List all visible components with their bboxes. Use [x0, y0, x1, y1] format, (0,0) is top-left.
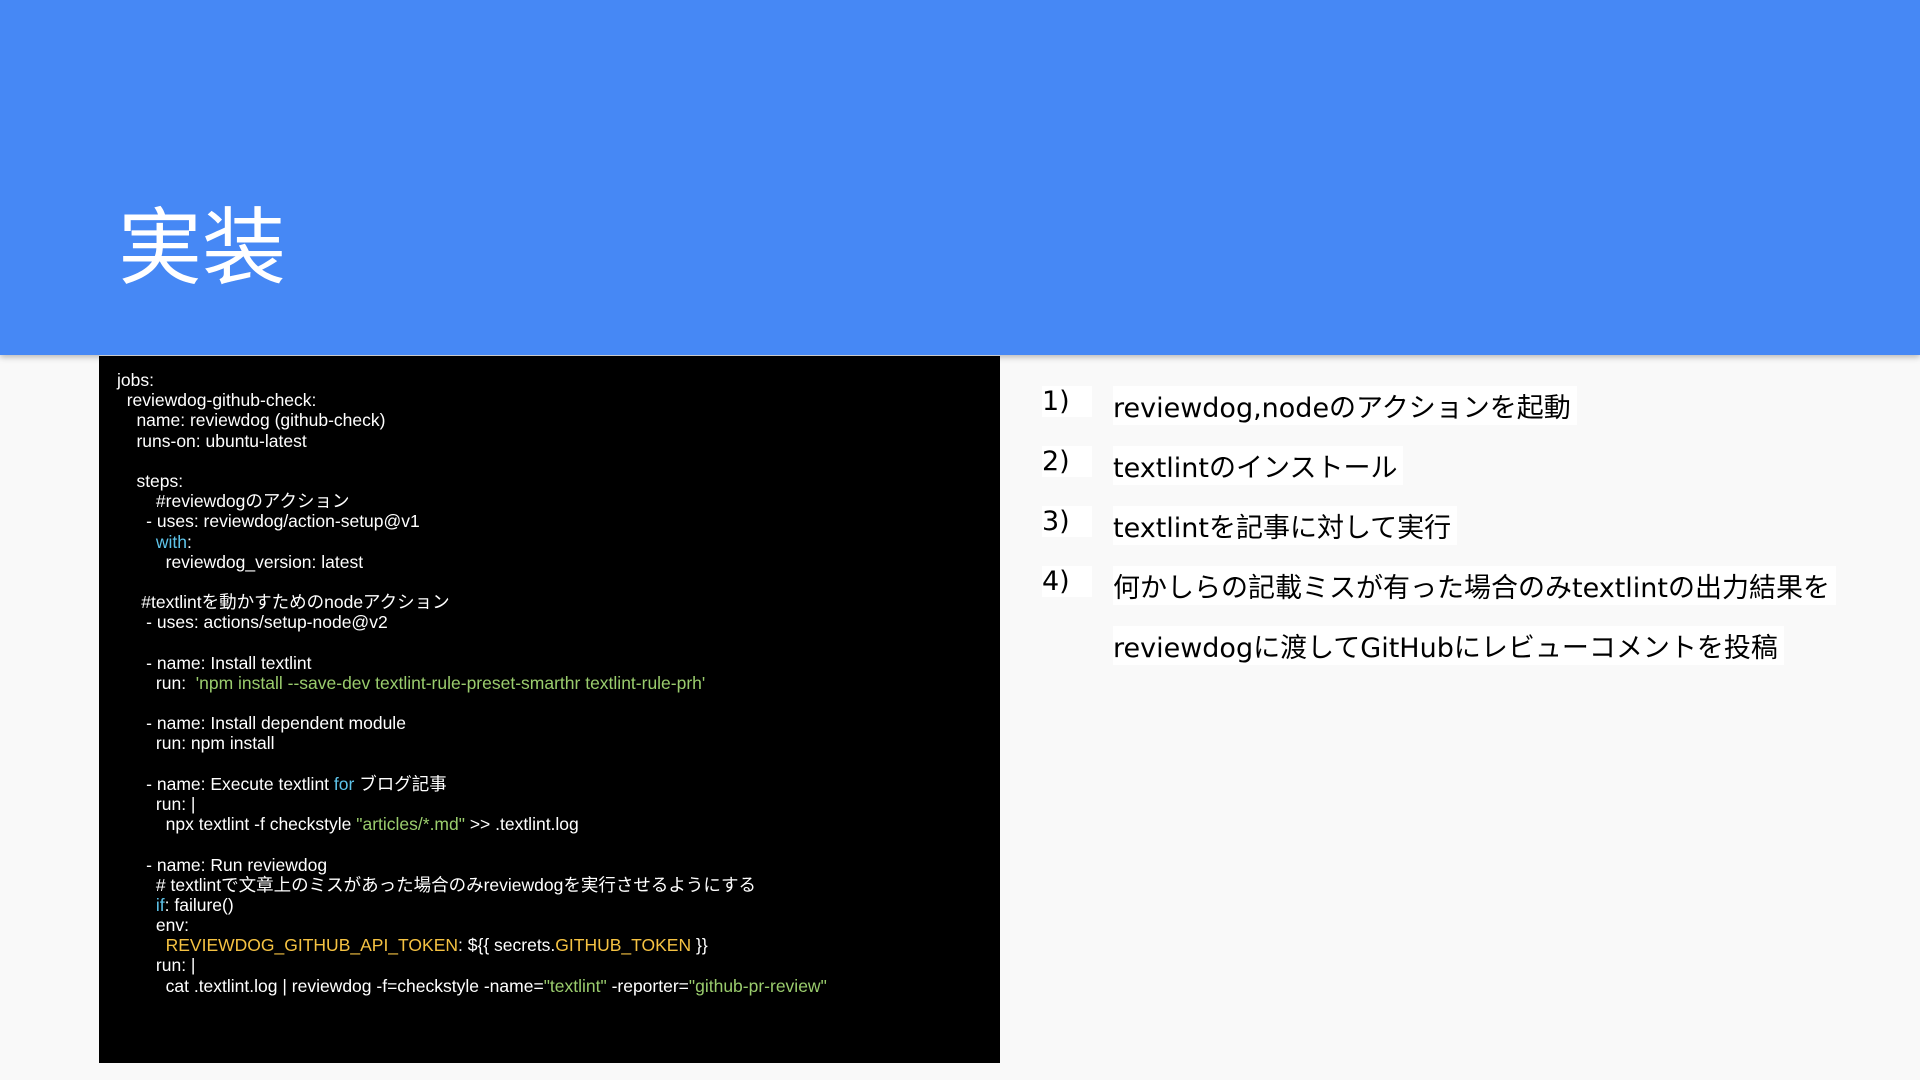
code-token-str: "articles/*.md" — [356, 814, 465, 835]
step-text: reviewdog,nodeのアクションを起動 — [1113, 386, 1577, 425]
code-token: : ${{ secrets. — [458, 935, 556, 956]
code-line: - name: Execute textlint for ブログ記事 — [117, 774, 1000, 794]
code-line: - name: Run reviewdog — [117, 855, 1000, 875]
code-line: # textlintで文章上のミスがあった場合のみreviewdogを実行させる… — [117, 875, 1000, 895]
code-line: run: | — [117, 794, 1000, 814]
code-line: - uses: reviewdog/action-setup@v1 — [117, 511, 1000, 531]
code-line: #reviewdogのアクション — [117, 491, 1000, 511]
step-text: 何かしらの記載ミスが有った場合のみtextlintの出力結果を — [1113, 566, 1836, 605]
code-token: #reviewdogのアクション — [117, 491, 350, 512]
code-line: npx textlint -f checkstyle "articles/*.m… — [117, 814, 1000, 834]
code-token: >> .textlint.log — [464, 814, 579, 835]
code-line: - uses: actions/setup-node@v2 — [117, 612, 1000, 632]
code-token: }} — [691, 935, 708, 956]
code-line: name: reviewdog (github-check) — [117, 410, 1000, 430]
code-line: runs-on: ubuntu-latest — [117, 431, 1000, 451]
code-line: cat .textlint.log | reviewdog -f=checkst… — [117, 976, 1000, 996]
code-token: ブログ記事 — [354, 773, 447, 794]
code-line: jobs: — [117, 370, 1000, 390]
code-token: reviewdog_version: latest — [117, 551, 364, 572]
code-token: - uses: reviewdog/action-setup@v1 — [117, 511, 420, 532]
step-number: 1) — [1042, 386, 1092, 417]
code-token: steps: — [117, 470, 184, 491]
code-token: : — [187, 531, 192, 552]
code-token: - name: Run reviewdog — [117, 854, 328, 875]
step-text: reviewdogに渡してGitHubにレビューコメントを投稿 — [1113, 626, 1784, 665]
code-token: #textlintを動かすためのnodeアクション — [117, 592, 450, 613]
code-line: run: 'npm install --save-dev textlint-ru… — [117, 673, 1000, 693]
code-token: - name: Install textlint — [117, 652, 312, 673]
code-token: run: | — [117, 955, 196, 976]
code-token: reviewdog-github-check: — [117, 390, 317, 411]
code-line: env: — [117, 915, 1000, 935]
code-token: : failure() — [164, 894, 234, 915]
code-token: jobs: — [117, 370, 154, 390]
code-token: run: — [117, 672, 196, 693]
code-token-str: 'npm install --save-dev textlint-rule-pr… — [195, 672, 706, 693]
code-line: reviewdog-github-check: — [117, 390, 1000, 410]
step-item: reviewdogに渡してGitHubにレビューコメントを投稿 — [1042, 612, 1882, 672]
code-token: # textlintで文章上のミスがあった場合のみreviewdogを実行させる… — [117, 874, 757, 895]
code-token: - uses: actions/setup-node@v2 — [117, 612, 388, 633]
steps-list: 1) reviewdog,nodeのアクションを起動 2) textlintのインスト… — [1042, 372, 1882, 672]
code-line: reviewdog_version: latest — [117, 552, 1000, 572]
step-item: 1) reviewdog,nodeのアクションを起動 — [1042, 372, 1882, 432]
step-text: textlintのインストール — [1113, 446, 1404, 485]
step-number: 2) — [1042, 446, 1092, 477]
step-item: 2) textlintのインストール — [1042, 432, 1882, 492]
code-line: REVIEWDOG_GITHUB_API_TOKEN: ${{ secrets.… — [117, 935, 1000, 955]
code-line: steps: — [117, 471, 1000, 491]
step-item: 4) 何かしらの記載ミスが有った場合のみtextlintの出力結果を — [1042, 552, 1882, 612]
code-token: env: — [117, 915, 189, 936]
step-number: 4) — [1042, 566, 1092, 597]
code-token: - name: Execute textlint — [117, 773, 334, 794]
slide-header: 実装 — [0, 0, 1920, 355]
code-token: - name: Install dependent module — [117, 713, 406, 734]
code-content: jobs: reviewdog-github-check: name: revi… — [99, 356, 1000, 996]
code-line: #textlintを動かすためのnodeアクション — [117, 592, 1000, 612]
code-token: npx textlint -f checkstyle — [117, 814, 357, 835]
code-token-kw: for — [333, 773, 355, 794]
code-line: run: | — [117, 955, 1000, 975]
code-token-var: REVIEWDOG_GITHUB_API_TOKEN — [165, 935, 459, 956]
step-text: textlintを記事に対して実行 — [1113, 506, 1458, 545]
code-line: - name: Install dependent module — [117, 713, 1000, 733]
step-item: 3) textlintを記事に対して実行 — [1042, 492, 1882, 552]
code-block: jobs: reviewdog-github-check: name: revi… — [99, 356, 1000, 1063]
code-token-kw: if — [155, 894, 165, 915]
code-line: run: npm install — [117, 733, 1000, 753]
code-token: runs-on: ubuntu-latest — [117, 430, 307, 451]
code-token-str: "textlint" — [543, 975, 607, 996]
step-number: 3) — [1042, 506, 1092, 537]
code-token-var: GITHUB_TOKEN — [555, 935, 692, 956]
code-line: if: failure() — [117, 895, 1000, 915]
code-token-kw: with — [155, 531, 188, 552]
code-token: name: reviewdog (github-check) — [117, 410, 386, 431]
code-token-str: "github-pr-review" — [688, 975, 827, 996]
code-token: run: | — [117, 793, 196, 814]
code-line: with: — [117, 532, 1000, 552]
code-token: -reporter= — [606, 975, 689, 996]
code-token: cat .textlint.log | reviewdog -f=checkst… — [117, 975, 544, 996]
slide-title: 実装 — [118, 199, 287, 297]
code-line: - name: Install textlint — [117, 653, 1000, 673]
code-token: run: npm install — [117, 733, 275, 754]
